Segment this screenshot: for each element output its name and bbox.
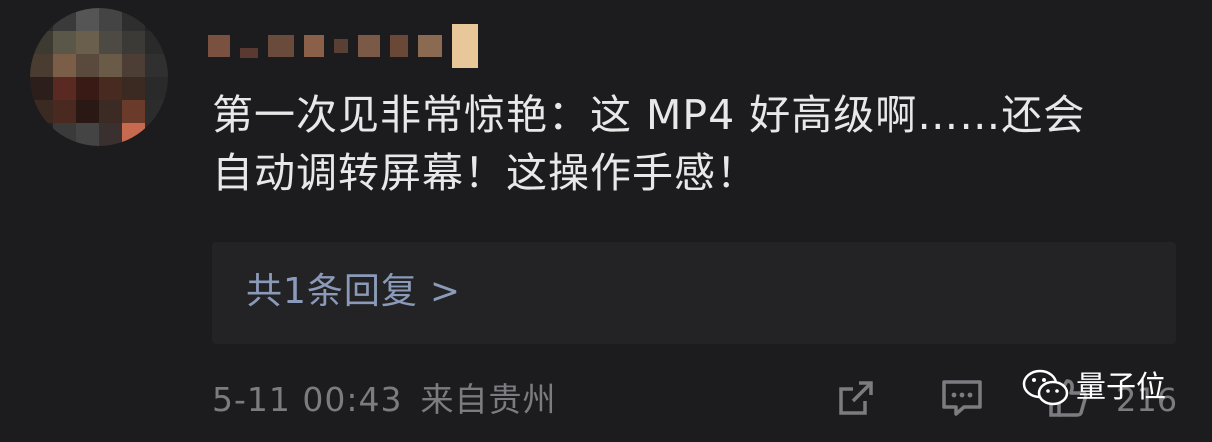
username-pixelated[interactable] <box>208 22 568 70</box>
comment-location: 来自贵州 <box>420 380 557 419</box>
share-icon <box>839 381 873 415</box>
wechat-icon <box>1022 369 1069 406</box>
view-replies-label: 共1条回复 <box>246 271 418 312</box>
comment-text: 第一次见非常惊艳：这 MP4 好高级啊……还会 自动调转屏幕！这操作手感！ <box>212 86 1192 202</box>
comment-meta: 5-11 00:43 来自贵州 <box>212 372 557 428</box>
comment-line-1: 第一次见非常惊艳：这 MP4 好高级啊……还会 <box>212 91 1086 139</box>
comment-line-2: 自动调转屏幕！这操作手感！ <box>212 149 758 197</box>
comment-button[interactable] <box>938 374 986 422</box>
share-button[interactable] <box>832 374 880 422</box>
view-replies-link[interactable]: 共1条回复 > <box>246 268 461 316</box>
watermark-text: 量子位 <box>1076 370 1166 405</box>
chevron-right-icon: > <box>429 271 462 312</box>
avatar[interactable] <box>30 8 168 146</box>
comment-icon <box>942 380 982 416</box>
watermark: 量子位 <box>1022 356 1166 420</box>
comment-timestamp: 5-11 00:43 <box>212 380 403 419</box>
